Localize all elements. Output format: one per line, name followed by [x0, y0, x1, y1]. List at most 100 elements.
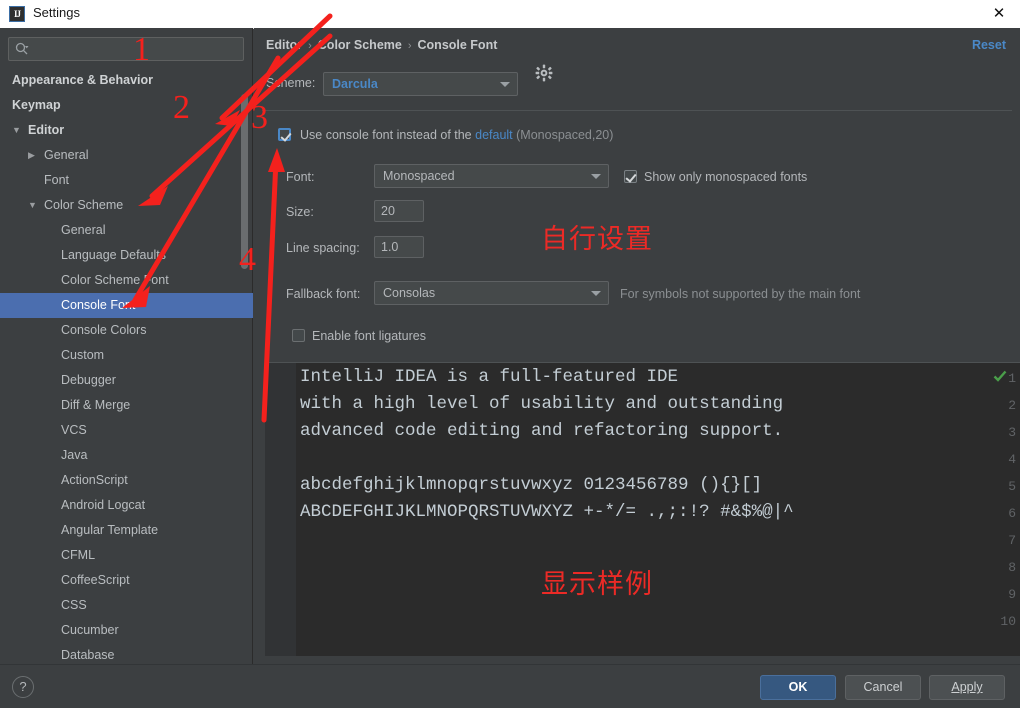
sidebar-item-font[interactable]: Font: [0, 168, 253, 193]
sidebar-item-debugger[interactable]: Debugger: [0, 368, 253, 393]
preview-line-text: with a high level of usability and outst…: [300, 394, 784, 414]
apply-button-label: Apply: [951, 680, 983, 694]
sidebar-item-general[interactable]: General: [0, 218, 253, 243]
sidebar-item-cucumber[interactable]: Cucumber: [0, 618, 253, 643]
sidebar-item-custom[interactable]: Custom: [0, 343, 253, 368]
sidebar-item-label: CFML: [61, 548, 96, 562]
window-title-bar: IJ Settings ✕: [0, 0, 1020, 29]
sidebar-item-coffeescript[interactable]: CoffeeScript: [0, 568, 253, 593]
green-check-icon: [993, 369, 1007, 383]
sidebar-item-keymap[interactable]: Keymap: [0, 93, 253, 118]
cancel-button[interactable]: Cancel: [845, 675, 921, 700]
font-label: Font:: [286, 170, 315, 184]
preview-line-number: 3: [1008, 425, 1016, 440]
preview-line-number: 8: [1008, 560, 1016, 575]
sidebar-item-label: Language Defaults: [61, 248, 166, 262]
breadcrumb-separator: ›: [407, 40, 412, 52]
ok-button[interactable]: OK: [760, 675, 836, 700]
preview-line-number: 9: [1008, 587, 1016, 602]
enable-font-ligatures-checkbox[interactable]: [292, 329, 305, 342]
fallback-font-combobox[interactable]: Consolas: [374, 281, 609, 305]
chevron-down-icon: [591, 291, 601, 296]
show-only-monospaced-label: Show only monospaced fonts: [644, 170, 808, 184]
sidebar-item-vcs[interactable]: VCS: [0, 418, 253, 443]
sidebar-item-diff-merge[interactable]: Diff & Merge: [0, 393, 253, 418]
breadcrumb: Editor › Color Scheme › Console Font: [266, 38, 497, 52]
dialog-button-bar: ? OK Cancel Apply: [0, 664, 1020, 708]
breadcrumb-separator: ›: [308, 40, 312, 52]
size-input[interactable]: 20: [374, 200, 424, 222]
sidebar-item-label: CSS: [61, 598, 87, 612]
chevron-down-icon: [500, 82, 510, 87]
sidebar-item-label: Angular Template: [61, 523, 159, 537]
breadcrumb-item[interactable]: Console Font: [418, 38, 498, 52]
sidebar-item-general[interactable]: General: [0, 143, 253, 168]
section-divider: [262, 110, 1012, 111]
fallback-font-value: Consolas: [383, 286, 436, 300]
default-font-link[interactable]: default: [475, 128, 513, 142]
line-spacing-input[interactable]: 1.0: [374, 236, 424, 258]
sidebar-item-label: Color Scheme: [44, 198, 124, 212]
preview-line-number: 4: [1008, 452, 1016, 467]
chevron-down-icon[interactable]: [12, 118, 22, 143]
settings-dialog: IJ Settings ✕ Appearance & Behavior Keyma…: [0, 0, 1020, 708]
help-button[interactable]: ?: [12, 676, 34, 698]
chevron-down-icon: [591, 174, 601, 179]
chevron-down-icon[interactable]: [28, 193, 38, 218]
fallback-font-label: Fallback font:: [286, 287, 361, 301]
sidebar-item-appearance-behavior[interactable]: Appearance & Behavior: [0, 68, 253, 93]
use-console-font-text-before: Use console font instead of the: [300, 128, 472, 142]
settings-sidebar: Appearance & Behavior Keymap Editor General…: [0, 28, 253, 664]
show-only-monospaced-checkbox[interactable]: [624, 170, 637, 183]
preview-line-number: 6: [1008, 506, 1016, 521]
sidebar-item-label: ActionScript: [61, 473, 128, 487]
sidebar-item-label: Diff & Merge: [61, 398, 131, 412]
preview-line-number: 7: [1008, 533, 1016, 548]
sidebar-scrollbar[interactable]: [241, 94, 248, 269]
preview-line-text: abcdefghijklmnopqrstuvwxyz 0123456789 ()…: [300, 475, 763, 495]
scheme-combobox[interactable]: Darcula: [323, 72, 518, 96]
preview-line-text: ABCDEFGHIJKLMNOPQRSTUVWXYZ +-*/= .,;:!? …: [300, 502, 794, 522]
search-input[interactable]: [8, 37, 244, 61]
sidebar-item-android-logcat[interactable]: Android Logcat: [0, 493, 253, 518]
window-title: Settings: [33, 5, 80, 20]
reset-link[interactable]: Reset: [972, 38, 1006, 52]
sidebar-item-language-defaults[interactable]: Language Defaults: [0, 243, 253, 268]
breadcrumb-item[interactable]: Color Scheme: [318, 38, 402, 52]
sidebar-item-color-scheme[interactable]: Color Scheme: [0, 193, 253, 218]
sidebar-item-css[interactable]: CSS: [0, 593, 253, 618]
sidebar-item-label: Editor: [28, 123, 65, 137]
preview-line-text: advanced code editing and refactoring su…: [300, 421, 784, 441]
sidebar-item-label: Android Logcat: [61, 498, 146, 512]
sidebar-item-label: Console Font: [61, 298, 136, 312]
sidebar-item-editor[interactable]: Editor: [0, 118, 253, 143]
enable-font-ligatures-label: Enable font ligatures: [312, 329, 426, 343]
sidebar-item-label: CoffeeScript: [61, 573, 130, 587]
font-value: Monospaced: [383, 169, 455, 183]
apply-button[interactable]: Apply: [929, 675, 1005, 700]
sidebar-item-actionscript[interactable]: ActionScript: [0, 468, 253, 493]
preview-line-text: IntelliJ IDEA is a full-featured IDE: [300, 367, 679, 387]
font-combobox[interactable]: Monospaced: [374, 164, 609, 188]
search-icon: [15, 42, 29, 56]
sidebar-item-database[interactable]: Database: [0, 643, 253, 664]
close-icon[interactable]: ✕: [988, 4, 1010, 24]
sidebar-item-label: Keymap: [12, 98, 61, 112]
use-console-font-text-after: (Monospaced,20): [516, 128, 614, 142]
settings-tree[interactable]: Appearance & Behavior Keymap Editor General…: [0, 68, 253, 664]
breadcrumb-item[interactable]: Editor: [266, 38, 302, 52]
sidebar-item-console-colors[interactable]: Console Colors: [0, 318, 253, 343]
scheme-label: Scheme:: [266, 76, 316, 90]
sidebar-item-label: VCS: [61, 423, 87, 437]
use-console-font-checkbox[interactable]: [278, 128, 291, 141]
sidebar-item-color-scheme-font[interactable]: Color Scheme Font: [0, 268, 253, 293]
sidebar-item-angular-template[interactable]: Angular Template: [0, 518, 253, 543]
preview-line-number: 2: [1008, 398, 1016, 413]
sidebar-item-cfml[interactable]: CFML: [0, 543, 253, 568]
chevron-right-icon[interactable]: [28, 143, 38, 168]
sidebar-item-console-font[interactable]: Console Font: [0, 293, 253, 318]
gear-icon[interactable]: [535, 64, 553, 82]
sidebar-item-java[interactable]: Java: [0, 443, 253, 468]
font-preview-pane[interactable]: 1 IntelliJ IDEA is a full-featured IDE 2 wi…: [265, 362, 1020, 656]
sidebar-item-label: Appearance & Behavior: [12, 73, 154, 87]
